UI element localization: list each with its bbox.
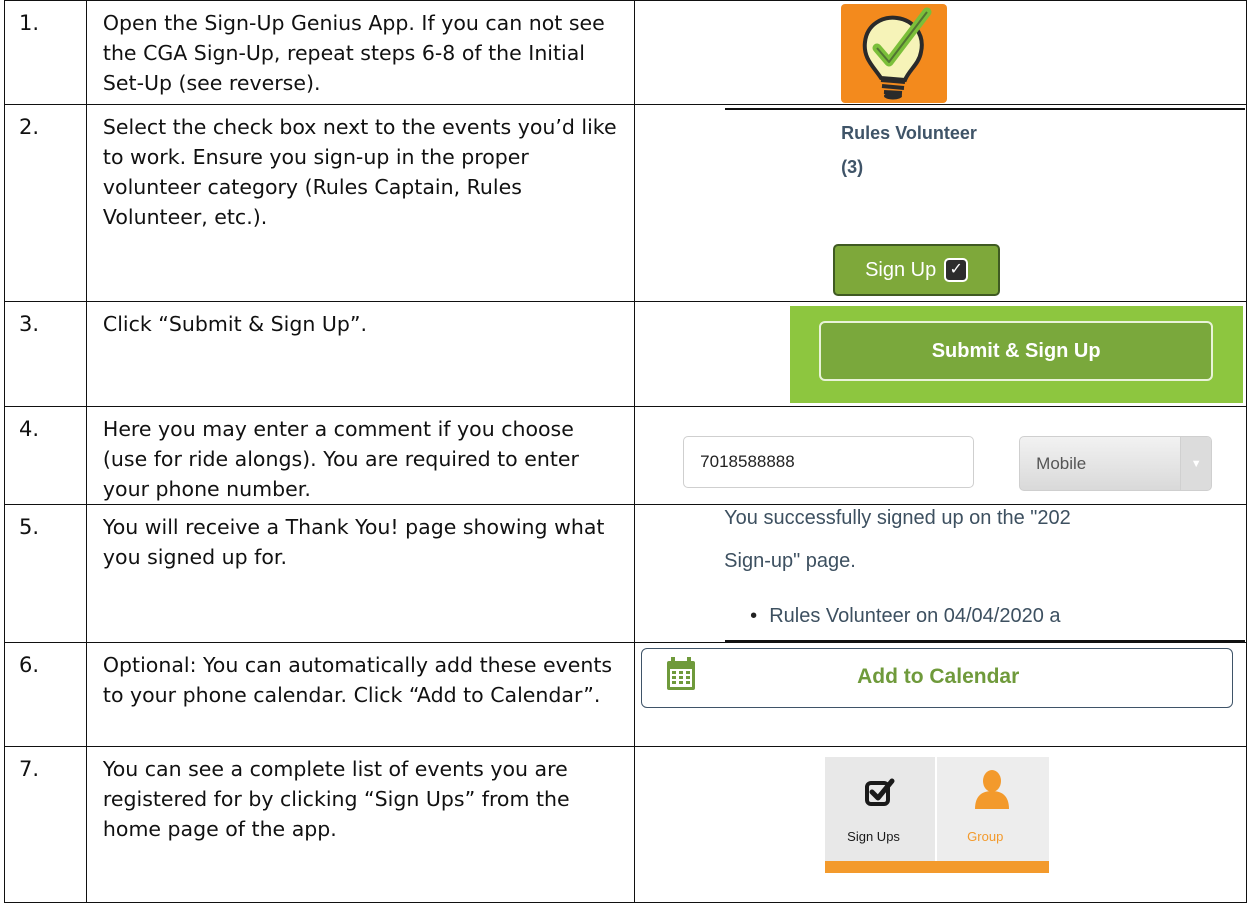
divider: [725, 108, 1246, 110]
active-tab-indicator: [825, 861, 1050, 873]
step-screenshot: Sign Ups Group: [634, 746, 1247, 903]
step-screenshot: Add to Calendar: [634, 642, 1247, 747]
tab-sign-ups-label: Sign Ups: [847, 829, 900, 844]
step-row-6: 6. Optional: You can automatically add t…: [4, 642, 1247, 747]
tab-groups[interactable]: Group: [937, 757, 1050, 861]
phone-type-select[interactable]: Mobile ▼: [1019, 436, 1213, 491]
step-text: Optional: You can automatically add thes…: [85, 642, 636, 747]
instruction-page: 1. Open the Sign-Up Genius App. If you c…: [0, 0, 1252, 903]
step-number: 2.: [4, 104, 87, 302]
step-text: Click “Submit & Sign Up”.: [85, 301, 636, 407]
step-number: 1.: [4, 0, 87, 105]
tab-groups-label: Group: [967, 829, 1004, 844]
step-text: You will receive a Thank You! page showi…: [85, 504, 636, 643]
lightbulb-check-icon: [841, 4, 948, 103]
step-number: 5.: [4, 504, 87, 643]
steps-table: 1. Open the Sign-Up Genius App. If you c…: [4, 0, 1247, 903]
step-row-4: 4. Here you may enter a comment if you c…: [4, 406, 1247, 505]
step-text: Open the Sign-Up Genius App. If you can …: [85, 0, 636, 105]
submit-sign-up-button[interactable]: Submit & Sign Up: [819, 321, 1214, 381]
add-to-calendar-button[interactable]: Add to Calendar: [641, 648, 1234, 708]
step-screenshot: Rules Volunteer (3) Sign Up ✓: [634, 104, 1247, 302]
thank-you-message-cont: Sign-up" page.: [724, 550, 856, 572]
checkbox-checked-icon: [865, 777, 895, 811]
step-text: Here you may enter a comment if you choo…: [85, 406, 636, 505]
sign-up-button[interactable]: Sign Up ✓: [833, 244, 1001, 296]
step-number: 7.: [4, 746, 87, 903]
step-text: Select the check box next to the events …: [85, 104, 636, 302]
step-number: 6.: [4, 642, 87, 747]
step-row-7: 7. You can see a complete list of events…: [4, 746, 1247, 903]
person-icon: [975, 769, 1010, 813]
step-number: 3.: [4, 301, 87, 407]
rules-volunteer-count: (3): [841, 157, 864, 177]
phone-type-value: Mobile: [1036, 453, 1087, 473]
signed-up-item: Rules Volunteer on 04/04/2020 a: [750, 605, 1060, 628]
step-screenshot: [634, 0, 1247, 105]
rules-volunteer-title: Rules Volunteer: [841, 123, 977, 143]
checkbox-checked-icon[interactable]: ✓: [944, 258, 969, 282]
step-text: You can see a complete list of events yo…: [85, 746, 636, 903]
sign-up-label: Sign Up: [865, 258, 937, 281]
step-row-3: 3. Click “Submit & Sign Up”. Submit & Si…: [4, 301, 1247, 407]
thank-you-message: You successfully signed up on the "202: [724, 507, 1071, 529]
step-row-5: 5. You will receive a Thank You! page sh…: [4, 504, 1247, 643]
step-row-2: 2. Select the check box next to the even…: [4, 104, 1247, 302]
chevron-down-icon: ▼: [1180, 437, 1212, 490]
step-row-1: 1. Open the Sign-Up Genius App. If you c…: [4, 0, 1247, 105]
add-to-calendar-label: Add to Calendar: [857, 665, 1020, 688]
step-screenshot: You successfully signed up on the "202 S…: [634, 504, 1247, 643]
phone-number-input[interactable]: 7018588888: [683, 436, 975, 488]
step-screenshot: 7018588888 Mobile ▼: [634, 406, 1247, 505]
step-screenshot: Submit & Sign Up: [634, 301, 1247, 407]
app-tab-bar: Sign Ups Group: [825, 757, 1050, 877]
tab-sign-ups[interactable]: Sign Ups: [825, 757, 936, 861]
step-number: 4.: [4, 406, 87, 505]
